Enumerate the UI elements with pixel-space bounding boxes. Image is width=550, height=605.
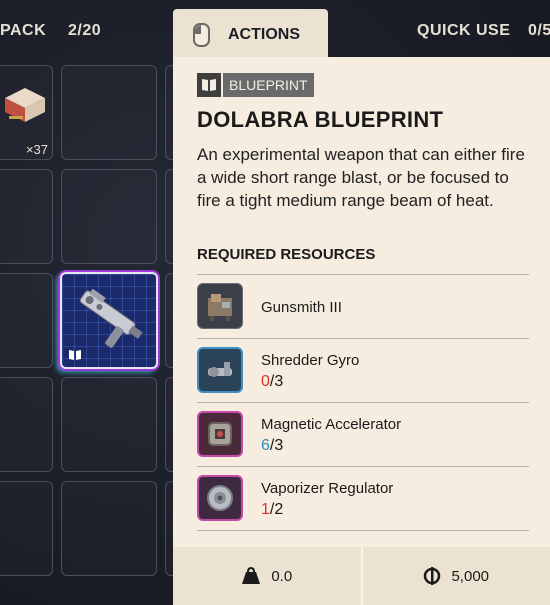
resource-count: 0/3: [261, 373, 284, 390]
inventory-slot[interactable]: [0, 377, 53, 472]
inventory-slot-selected[interactable]: [60, 272, 158, 369]
resource-count: 6/3: [261, 437, 284, 454]
blueprint-book-icon: [197, 73, 221, 97]
weight-icon: [242, 567, 261, 584]
pack-label: PACK: [0, 22, 47, 39]
resource-need: 3: [274, 437, 284, 454]
inventory-slot[interactable]: [61, 377, 157, 472]
resource-need: 3: [274, 373, 284, 390]
resource-have: 0: [261, 373, 270, 390]
category-badge: BLUEPRINT: [197, 73, 314, 97]
quick-use-count: 0/5: [528, 22, 550, 39]
resource-name: Vaporizer Regulator: [261, 480, 394, 497]
regulator-icon: [197, 475, 243, 521]
resource-row: Vaporizer Regulator 1/2: [197, 467, 529, 531]
resource-have: 6: [261, 437, 270, 454]
item-description: An experimental weapon that can either f…: [197, 145, 525, 210]
resource-row: Gunsmith III: [197, 275, 529, 339]
inventory-slot[interactable]: [61, 65, 157, 160]
actions-tab[interactable]: ACTIONS: [173, 9, 328, 61]
resource-have: 1: [261, 501, 270, 518]
inventory-slot[interactable]: [0, 481, 53, 576]
weapon-blueprint-icon: [79, 288, 143, 348]
inventory-slot[interactable]: [0, 273, 53, 368]
divider: [197, 530, 529, 531]
resource-row: Magnetic Accelerator 6/3: [197, 403, 529, 467]
game-screen: PACK 2/20 QUICK USE 0/5 ×37 ACTIONS BLUE…: [0, 0, 550, 605]
gyro-icon: [197, 347, 243, 393]
inventory-slot[interactable]: [0, 169, 53, 264]
weight-value: 0.0: [271, 567, 293, 585]
tooltip-footer: 0.0 5,000: [173, 547, 550, 605]
value-stat: 5,000: [363, 547, 550, 605]
supply-box-icon: [5, 88, 45, 122]
required-resources-heading: REQUIRED RESOURCES: [197, 246, 376, 263]
actions-label: ACTIONS: [228, 26, 300, 43]
blueprint-book-icon: [69, 350, 81, 360]
workbench-icon: [197, 283, 243, 329]
inventory-slot[interactable]: [61, 481, 157, 576]
mouse-left-click-icon: [193, 23, 210, 47]
item-tooltip-panel: BLUEPRINT DOLABRA BLUEPRINT An experimen…: [173, 57, 550, 605]
resource-row: Shredder Gyro 0/3: [197, 339, 529, 403]
weight-stat: 0.0: [173, 547, 361, 605]
quick-use-label[interactable]: QUICK USE: [417, 22, 510, 40]
inventory-slot[interactable]: [61, 169, 157, 264]
resource-need: 2: [274, 501, 284, 518]
resource-name: Gunsmith III: [261, 299, 342, 316]
resource-name: Shredder Gyro: [261, 352, 360, 369]
resource-count: 1/2: [261, 501, 284, 518]
accelerator-icon: [197, 411, 243, 457]
inventory-slot[interactable]: ×37: [0, 65, 53, 160]
resource-name: Magnetic Accelerator: [261, 416, 402, 433]
item-quantity: ×37: [25, 142, 48, 157]
item-title: DOLABRA BLUEPRINT: [197, 107, 444, 132]
coin-icon: [424, 567, 441, 585]
value-amount: 5,000: [451, 567, 490, 585]
pack-count: 2/20: [68, 22, 102, 39]
category-label: BLUEPRINT: [223, 73, 314, 97]
